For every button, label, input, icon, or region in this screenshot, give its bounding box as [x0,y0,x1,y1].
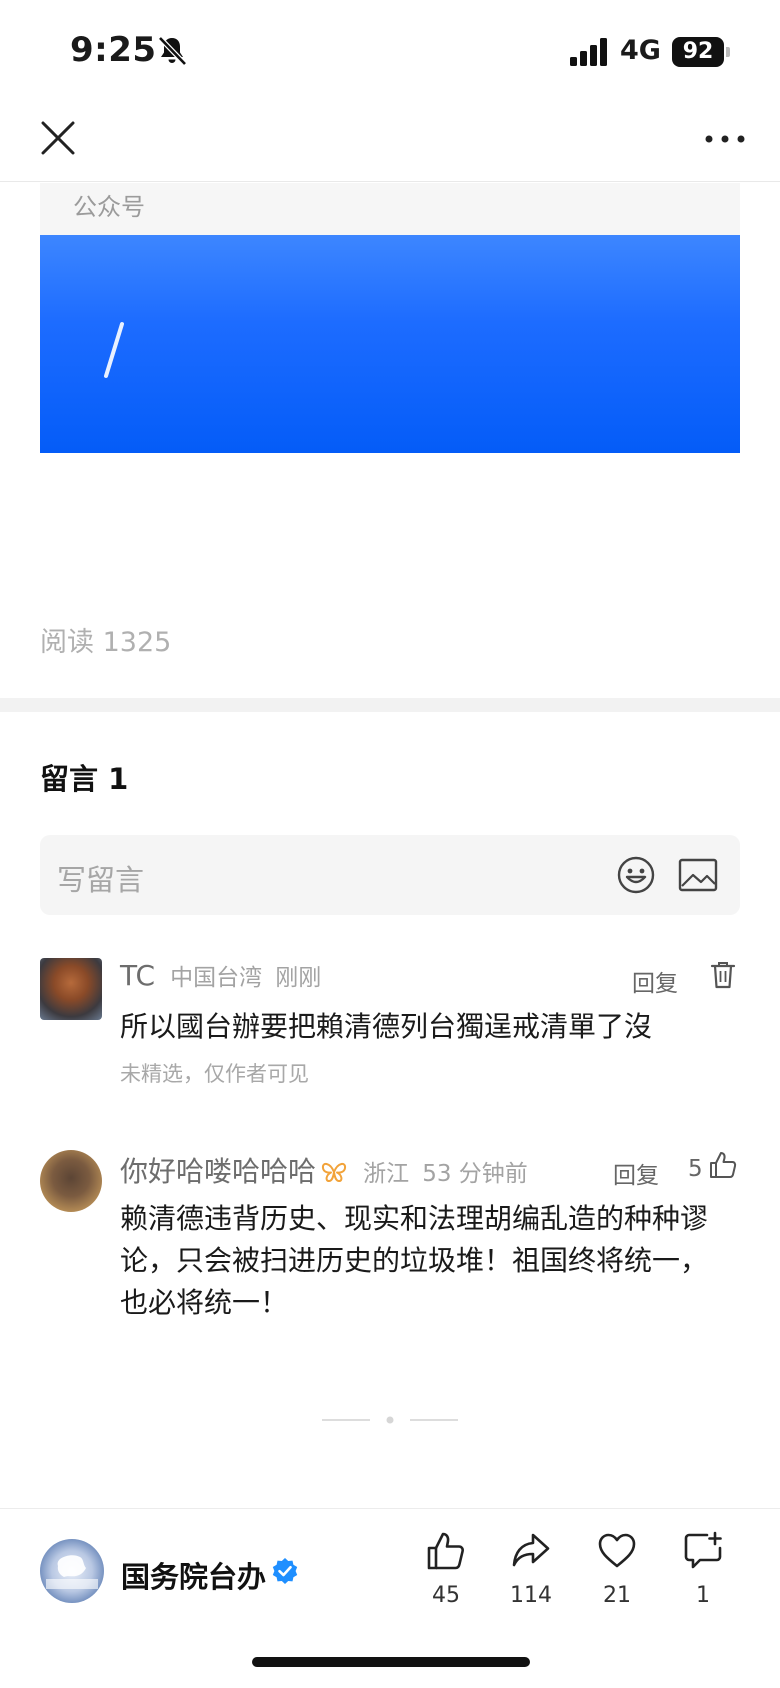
article-banner-image [40,235,740,453]
comment-nickname[interactable]: 你好哈喽哈哈哈 [120,1155,316,1188]
comment-like-count: 5 [688,1156,703,1182]
avatar[interactable] [40,958,102,1020]
butterfly-badge-icon [322,1162,347,1182]
read-count: 阅读 1325 [40,627,172,658]
comment-text: 所以國台辦要把賴清德列台獨逞戒清單了沒 [120,1010,653,1043]
reply-button[interactable]: 回复 [632,964,678,998]
avatar[interactable] [40,1150,102,1212]
comment-input[interactable]: 写留言 [40,835,740,915]
bell-muted-icon [158,36,187,66]
network-type: 4G [620,35,661,66]
comment-location: 浙江 [363,1161,410,1187]
comment-count: 1 [696,1583,710,1608]
banner-slash-mark [104,322,124,378]
thumbs-up-icon [427,1532,464,1570]
account-logo-icon [46,1555,98,1589]
comment-text: 赖清德违背历史、现实和法理胡编乱造的种种谬论，只会被扫进历史的垃圾堆！祖国终将统… [120,1202,709,1319]
favorite-count: 21 [603,1583,631,1608]
share-button[interactable]: 114 [491,1531,571,1621]
section-divider [0,698,780,712]
image-upload-icon[interactable] [678,857,718,893]
close-icon[interactable] [38,118,78,158]
like-button[interactable]: 45 [406,1531,486,1621]
battery-cap [726,47,730,57]
verified-badge-icon [272,1558,298,1584]
account-type-label: 公众号 [73,193,145,221]
account-type-strip: 公众号 [40,183,740,235]
comment-meta: TC 中国台湾 刚刚 [120,958,321,998]
more-icon[interactable] [700,122,750,156]
favorite-button[interactable]: 21 [577,1531,657,1621]
comment-time: 刚刚 [275,965,322,991]
comment-nickname[interactable]: TC [120,959,155,992]
comment-meta: 你好哈喽哈哈哈 浙江 53 分钟前 [120,1150,528,1190]
end-of-list-indicator [322,1416,458,1424]
comment-add-icon [684,1531,722,1569]
home-indicator [252,1657,530,1667]
share-arrow-icon [512,1533,550,1567]
status-bar: 9:25 4G 92 [0,0,780,100]
account-name[interactable]: 国务院台办 [121,1554,266,1596]
comment-input-placeholder: 写留言 [57,863,145,897]
battery-level: 92 [672,37,724,67]
heart-icon [598,1533,636,1568]
comment-visibility-note: 未精选，仅作者可见 [120,1062,309,1086]
thumbs-up-icon[interactable] [708,1150,738,1180]
status-time: 9:25 [70,30,157,70]
like-count: 45 [432,1583,460,1608]
comment-button[interactable]: 1 [663,1531,743,1621]
trash-icon[interactable] [710,960,736,990]
comments-title: 留言 1 [40,762,129,796]
comment-time: 53 分钟前 [422,1161,528,1187]
comment-location: 中国台湾 [170,965,263,991]
nav-bar [0,100,780,182]
account-avatar[interactable] [40,1539,104,1603]
emoji-icon[interactable] [616,855,656,895]
share-count: 114 [510,1583,552,1608]
reply-button[interactable]: 回复 [613,1156,659,1190]
signal-icon [570,38,607,66]
